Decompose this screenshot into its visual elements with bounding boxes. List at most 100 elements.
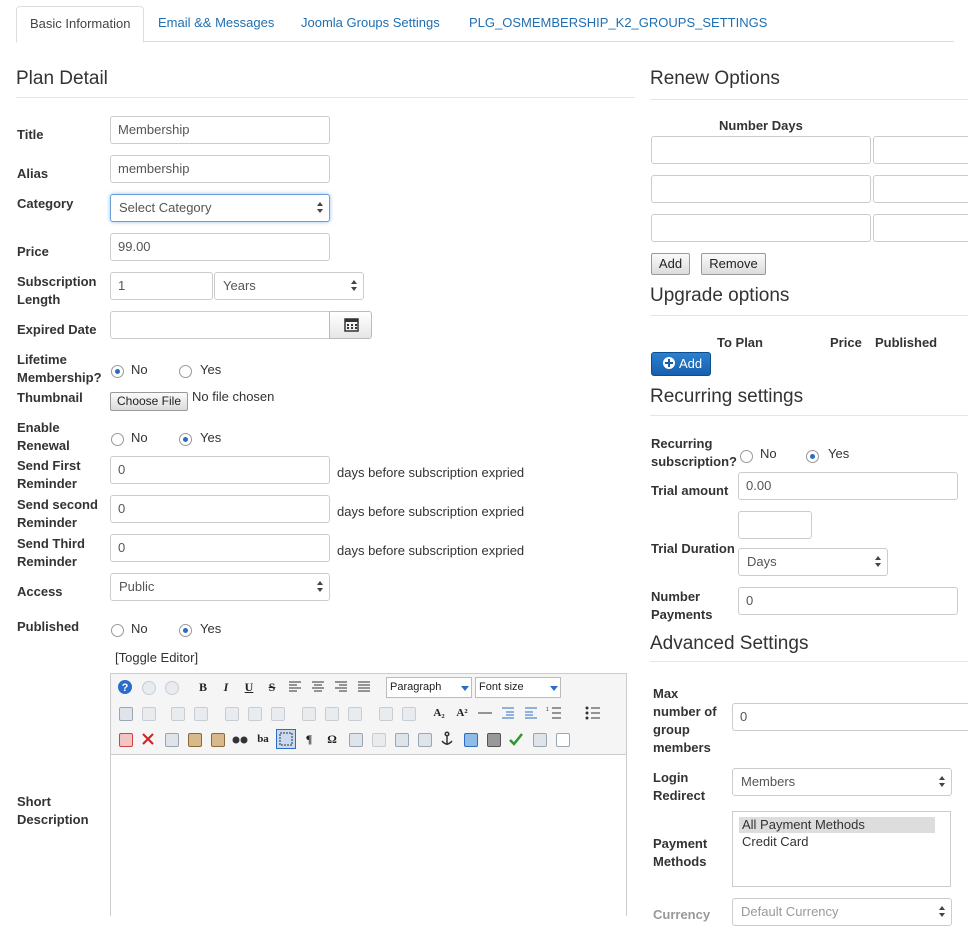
- lifetime-yes-radio[interactable]: [179, 365, 192, 378]
- upgrade-add-button[interactable]: Add: [651, 352, 712, 376]
- number-payments-input[interactable]: 0: [738, 587, 958, 615]
- col-after-icon[interactable]: [321, 703, 341, 723]
- page-icon[interactable]: [414, 729, 434, 749]
- renewal-no-radio[interactable]: [111, 433, 124, 446]
- indent-icon[interactable]: [521, 703, 541, 723]
- subscription-length-unit-select[interactable]: Years: [214, 272, 364, 300]
- image-icon[interactable]: [460, 729, 480, 749]
- toggle-editor-link[interactable]: [Toggle Editor]: [115, 650, 198, 666]
- category-select[interactable]: Select Category: [110, 194, 330, 222]
- paste-icon[interactable]: [184, 729, 204, 749]
- strikethrough-icon[interactable]: S: [262, 678, 282, 696]
- redo-icon[interactable]: [161, 677, 181, 697]
- replace-icon[interactable]: ba: [253, 730, 273, 748]
- paragraph-mark-icon[interactable]: ¶: [299, 730, 319, 748]
- renew-price-input-3[interactable]: [873, 214, 968, 242]
- tab-email-messages[interactable]: Email && Messages: [145, 6, 287, 42]
- bold-icon[interactable]: B: [193, 678, 213, 696]
- align-left-icon[interactable]: [285, 677, 305, 697]
- recurring-yes-radio[interactable]: [806, 450, 819, 463]
- format-dropdown[interactable]: Paragraph: [386, 677, 472, 698]
- editor-content-area[interactable]: [111, 754, 626, 917]
- recurring-no-radio[interactable]: [740, 450, 753, 463]
- plan-detail-divider: [16, 97, 635, 98]
- renew-price-input-2[interactable]: [873, 175, 968, 203]
- align-right-icon[interactable]: [331, 677, 351, 697]
- cell-props-icon[interactable]: [398, 703, 418, 723]
- find-icon[interactable]: [230, 729, 250, 749]
- link-icon[interactable]: [391, 729, 411, 749]
- cut-icon[interactable]: [138, 729, 158, 749]
- delete-row-icon[interactable]: [267, 703, 287, 723]
- choose-file-button[interactable]: Choose File: [110, 392, 188, 411]
- payment-option-all[interactable]: All Payment Methods: [739, 817, 935, 833]
- login-redirect-select[interactable]: Members: [732, 768, 952, 796]
- renew-price-input-1[interactable]: [873, 136, 968, 164]
- insert-layer-icon[interactable]: [345, 729, 365, 749]
- copy-icon[interactable]: [161, 729, 181, 749]
- tab-basic-information[interactable]: Basic Information: [16, 6, 145, 43]
- published-no-radio[interactable]: [111, 624, 124, 637]
- split-cells-icon[interactable]: [244, 703, 264, 723]
- font-size-dropdown[interactable]: Font size: [475, 677, 561, 698]
- third-reminder-input[interactable]: 0: [110, 534, 330, 562]
- subscript-icon[interactable]: A₂: [429, 704, 449, 722]
- print-icon[interactable]: [483, 729, 503, 749]
- numbered-list-icon[interactable]: 1: [544, 703, 564, 723]
- calendar-button[interactable]: [329, 311, 372, 339]
- paste-text-icon[interactable]: [207, 729, 227, 749]
- subscription-length-input[interactable]: 1: [110, 272, 213, 300]
- horizontal-rule-icon[interactable]: [475, 703, 495, 723]
- second-reminder-input[interactable]: 0: [110, 495, 330, 523]
- max-group-members-input[interactable]: 0: [732, 703, 968, 731]
- access-select[interactable]: Public: [110, 573, 330, 601]
- align-justify-icon[interactable]: [354, 677, 374, 697]
- delete-table-icon[interactable]: [138, 703, 158, 723]
- currency-select[interactable]: Default Currency: [732, 898, 952, 926]
- code-icon[interactable]: [552, 729, 572, 749]
- underline-icon[interactable]: U: [239, 678, 259, 696]
- payment-methods-listbox[interactable]: All Payment Methods Credit Card: [732, 811, 951, 887]
- tab-joomla-groups-settings[interactable]: Joomla Groups Settings: [288, 6, 453, 42]
- unlink-icon[interactable]: [368, 729, 388, 749]
- align-center-icon[interactable]: [308, 677, 328, 697]
- lifetime-no-radio[interactable]: [111, 365, 124, 378]
- price-input[interactable]: 99.00: [110, 233, 330, 261]
- first-reminder-input[interactable]: 0: [110, 456, 330, 484]
- table-props-icon[interactable]: [375, 703, 395, 723]
- trial-amount-input[interactable]: 0.00: [738, 472, 958, 500]
- merge-cells-icon[interactable]: [221, 703, 241, 723]
- outdent-icon[interactable]: [498, 703, 518, 723]
- renew-days-input-2[interactable]: [651, 175, 871, 203]
- expired-date-input[interactable]: [110, 311, 330, 339]
- alias-input[interactable]: membership: [110, 155, 330, 183]
- visual-aid-icon[interactable]: [276, 729, 296, 749]
- eraser-icon[interactable]: [115, 729, 135, 749]
- help-icon[interactable]: ?: [115, 677, 135, 697]
- superscript-icon[interactable]: A²: [452, 704, 472, 722]
- spellcheck-icon[interactable]: [506, 729, 526, 749]
- row-after-icon[interactable]: [190, 703, 210, 723]
- published-yes-radio[interactable]: [179, 624, 192, 637]
- renew-add-button[interactable]: Add: [651, 253, 690, 275]
- special-char-icon[interactable]: Ω: [322, 730, 342, 748]
- first-reminder-label-line2: Reminder: [17, 476, 77, 491]
- renew-days-input-3[interactable]: [651, 214, 871, 242]
- col-before-icon[interactable]: [298, 703, 318, 723]
- renewal-yes-radio[interactable]: [179, 433, 192, 446]
- undo-icon[interactable]: [138, 677, 158, 697]
- payment-option-credit-card[interactable]: Credit Card: [739, 834, 935, 850]
- table-icon[interactable]: [115, 703, 135, 723]
- italic-icon[interactable]: I: [216, 678, 236, 696]
- renew-days-input-1[interactable]: [651, 136, 871, 164]
- delete-col-icon[interactable]: [344, 703, 364, 723]
- title-input[interactable]: Membership: [110, 116, 330, 144]
- renew-remove-button[interactable]: Remove: [701, 253, 766, 275]
- trial-duration-unit-select[interactable]: Days: [738, 548, 888, 576]
- tab-k2-groups-settings[interactable]: PLG_OSMEMBERSHIP_K2_GROUPS_SETTINGS: [456, 6, 780, 42]
- bullet-list-icon[interactable]: [583, 703, 603, 723]
- trial-duration-input[interactable]: [738, 511, 812, 539]
- fullscreen-icon[interactable]: [529, 729, 549, 749]
- anchor-icon[interactable]: [437, 729, 457, 749]
- row-before-icon[interactable]: [167, 703, 187, 723]
